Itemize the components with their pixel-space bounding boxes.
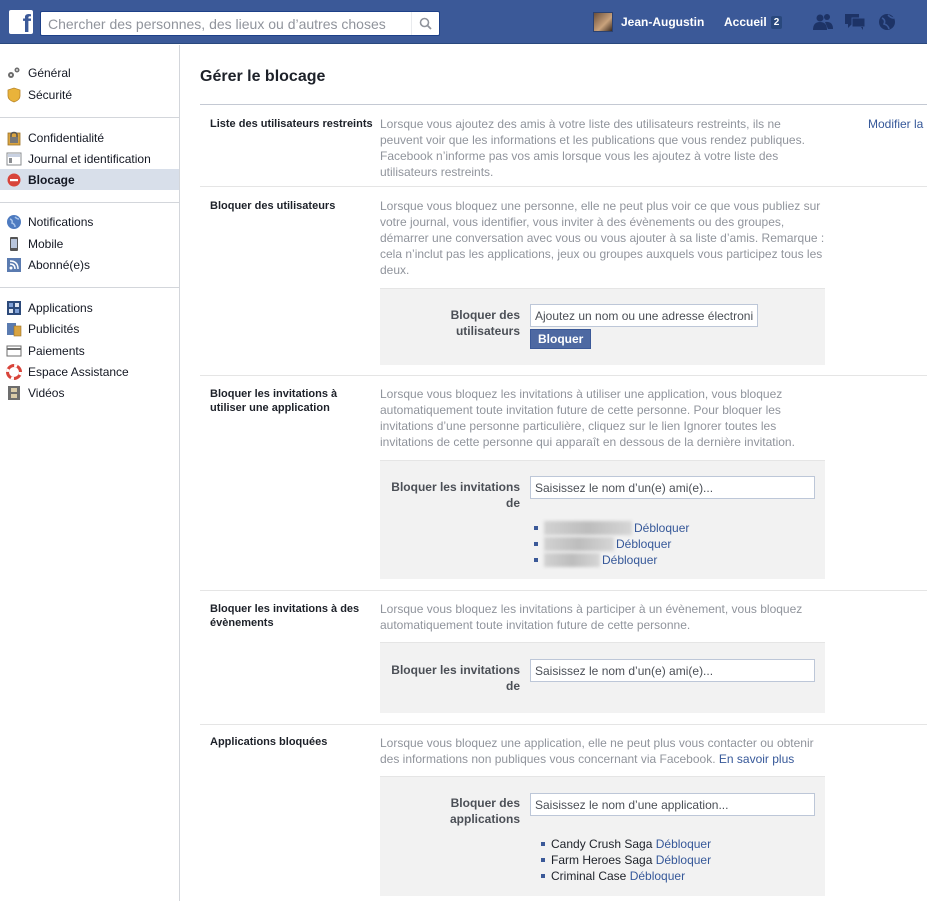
ads-icon: [7, 322, 22, 336]
list-item: Criminal Case Débloquer: [541, 868, 711, 884]
sidebar-item-mobile[interactable]: Mobile: [0, 233, 179, 254]
sidebar-item-help[interactable]: Espace Assistance: [0, 361, 179, 382]
profile-link[interactable]: Jean-Augustin: [593, 12, 704, 32]
list-item: Débloquer: [534, 536, 689, 552]
film-icon: [8, 385, 20, 400]
restricted-list-title: Liste des utilisateurs restreints: [210, 118, 373, 130]
blocked-apps-title: Applications bloquées: [210, 736, 328, 748]
page-title: Gérer le blocage: [200, 68, 326, 85]
app-invites-description: Lorsque vous bloquez les invitations à u…: [380, 387, 795, 449]
event-invites-friend-input[interactable]: [530, 659, 815, 682]
home-link[interactable]: Accueil 2: [724, 15, 783, 29]
sidebar-item-general[interactable]: Général: [0, 62, 179, 83]
unblock-link[interactable]: Débloquer: [634, 520, 689, 536]
sidebar-item-applications[interactable]: Applications: [0, 297, 179, 318]
sidebar-item-videos[interactable]: Vidéos: [0, 382, 179, 403]
event-invites-title: Bloquer les invitations à des évènements: [210, 603, 360, 629]
block-app-input[interactable]: [530, 793, 815, 816]
apps-icon: [7, 300, 21, 315]
shield-icon: [7, 87, 21, 102]
blocked-apps-box: Bloquer des applications Candy Crush Sag…: [380, 776, 825, 896]
sidebar-item-blocking[interactable]: Blocage: [0, 169, 179, 190]
block-button[interactable]: Bloquer: [530, 329, 592, 349]
lifebuoy-icon: [6, 363, 22, 380]
learn-more-link[interactable]: En savoir plus: [719, 752, 794, 766]
sidebar-item-followers[interactable]: Abonné(e)s: [0, 254, 179, 275]
rss-icon: [7, 257, 21, 272]
list-item: Débloquer: [534, 520, 689, 536]
block-icon: [7, 173, 21, 186]
blurred-name: [544, 537, 614, 551]
sidebar-item-timeline[interactable]: Journal et identification: [0, 148, 179, 169]
block-users-description: Lorsque vous bloquez une personne, elle …: [380, 199, 825, 277]
app-invites-title: Bloquer les invitations à utiliser une a…: [210, 388, 338, 414]
gear-icon: [8, 67, 20, 78]
sidebar-item-ads[interactable]: Publicités: [0, 318, 179, 339]
block-user-input[interactable]: [530, 304, 758, 327]
home-count-badge: 2: [770, 15, 783, 29]
blocked-apps-list: Candy Crush Saga Débloquer Farm Heroes S…: [541, 836, 711, 884]
list-item: Candy Crush Saga Débloquer: [541, 836, 711, 852]
block-users-label: Bloquer des utilisateurs: [450, 308, 520, 338]
edit-restricted-list-link[interactable]: Modifier la: [868, 117, 923, 131]
blocked-apps-description: Lorsque vous bloquez une application, el…: [380, 736, 814, 766]
facebook-logo[interactable]: f: [9, 10, 33, 34]
globe-icon: [7, 214, 21, 229]
event-invites-label: Bloquer les invitations de: [391, 663, 520, 693]
block-users-title: Bloquer des utilisateurs: [210, 200, 336, 212]
unblock-link[interactable]: Débloquer: [616, 536, 671, 552]
card-icon: [6, 345, 22, 356]
blurred-name: [544, 553, 600, 567]
unblock-link[interactable]: Débloquer: [656, 852, 711, 868]
home-label: Accueil: [724, 15, 767, 29]
avatar: [593, 12, 613, 32]
sidebar-item-notifications[interactable]: Notifications: [0, 211, 179, 232]
list-item: Débloquer: [534, 552, 689, 568]
block-users-box: Bloquer des utilisateurs Bloquer: [380, 288, 825, 365]
app-invites-blocked-list: Débloquer Débloquer Débloquer: [534, 520, 689, 568]
timeline-icon: [6, 152, 22, 165]
blocked-apps-label: Bloquer des applications: [449, 796, 520, 826]
mobile-icon: [10, 236, 18, 251]
sidebar-item-security[interactable]: Sécurité: [0, 84, 179, 105]
notifications-globe-icon[interactable]: [876, 12, 898, 32]
restricted-list-description: Lorsque vous ajoutez des amis à votre li…: [380, 117, 805, 179]
event-invites-box: Bloquer les invitations de: [380, 642, 825, 713]
lock-icon: [7, 131, 21, 145]
app-invites-box: Bloquer les invitations de Débloquer Déb…: [380, 460, 825, 579]
friend-requests-icon[interactable]: [812, 12, 834, 32]
search-icon: [419, 17, 432, 30]
list-item: Farm Heroes Saga Débloquer: [541, 852, 711, 868]
app-invites-friend-input[interactable]: [530, 476, 815, 499]
sidebar-item-payments[interactable]: Paiements: [0, 340, 179, 361]
event-invites-description: Lorsque vous bloquez les invitations à p…: [380, 602, 803, 632]
search-input[interactable]: [41, 12, 411, 35]
user-name: Jean-Augustin: [621, 15, 705, 29]
unblock-link[interactable]: Débloquer: [602, 552, 657, 568]
unblock-link[interactable]: Débloquer: [656, 836, 711, 852]
search-box: [40, 11, 440, 36]
sidebar-item-privacy[interactable]: Confidentialité: [0, 127, 179, 148]
messages-icon[interactable]: [844, 12, 866, 32]
search-button[interactable]: [411, 12, 439, 35]
top-bar: f Jean-Augustin Accueil 2: [0, 0, 927, 44]
app-invites-label: Bloquer les invitations de: [391, 480, 520, 510]
blurred-name: [544, 521, 632, 535]
settings-sidebar: Général Sécurité Confidentialité Journal…: [0, 45, 180, 901]
unblock-link[interactable]: Débloquer: [630, 868, 685, 884]
